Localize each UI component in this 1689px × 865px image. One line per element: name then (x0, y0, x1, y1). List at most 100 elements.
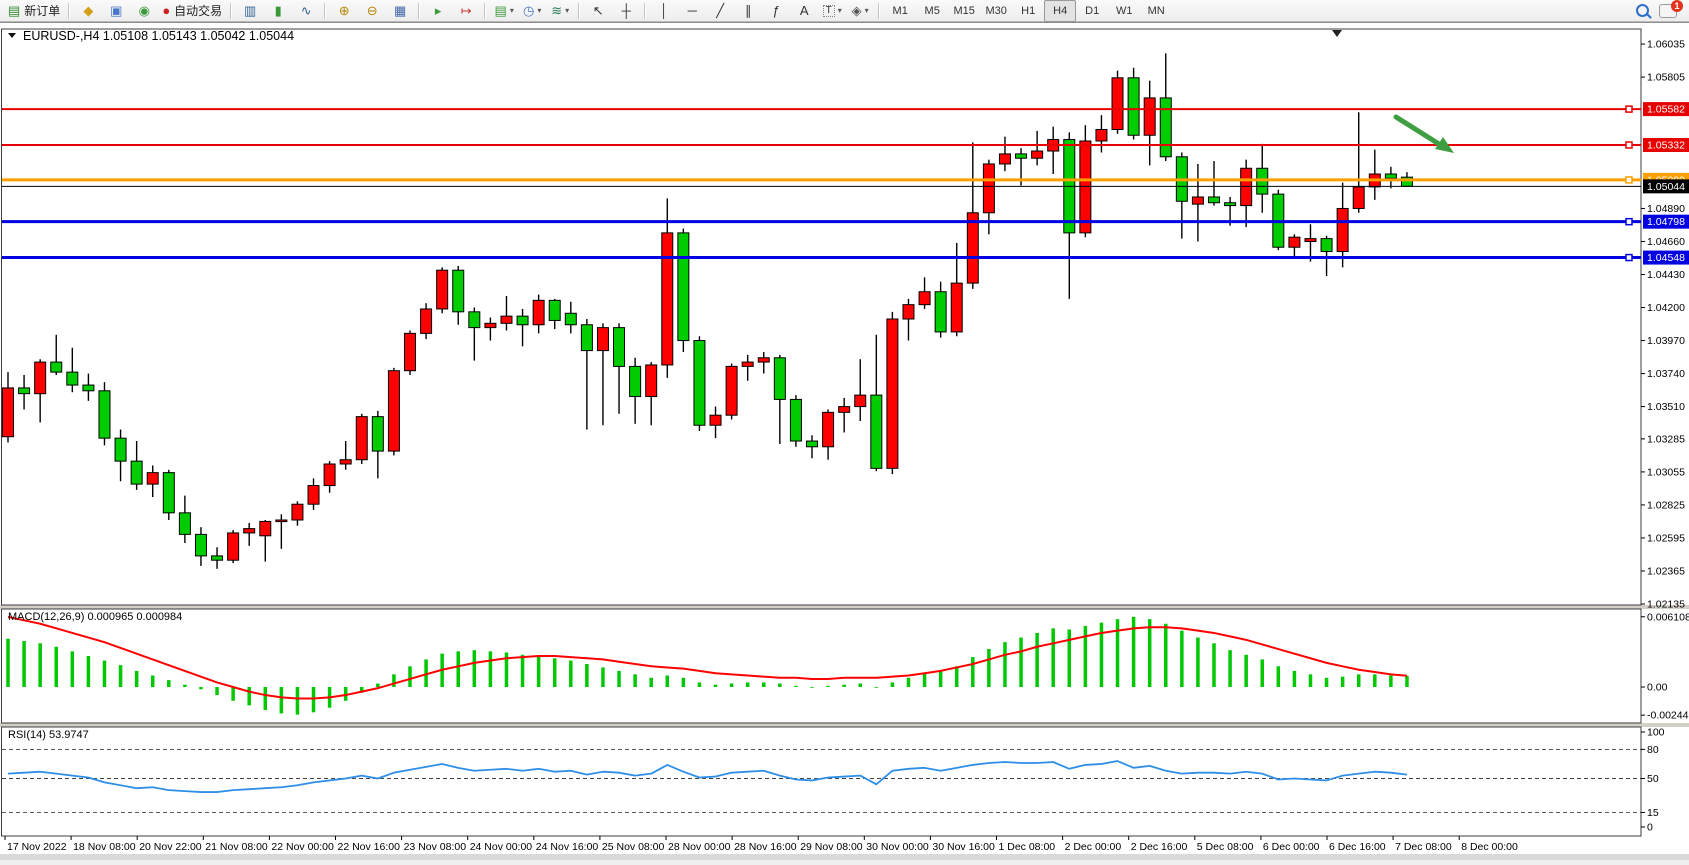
trendline-icon: ╱ (716, 4, 724, 17)
price-axis-label: 1.04430 (1647, 269, 1685, 281)
equidistant-channel-button[interactable]: ∥ (734, 0, 762, 22)
macd-pane-frame (2, 609, 1642, 723)
chevron-down-icon[interactable]: ▾ (838, 6, 842, 15)
candle-bull (742, 362, 753, 366)
timeframe-w1-button[interactable]: W1 (1108, 0, 1140, 22)
vertical-line-button[interactable]: │ (650, 0, 678, 22)
candle-bear (1209, 197, 1220, 203)
macd-histogram-bar (1068, 630, 1072, 688)
zoom-out-button[interactable]: ⊖ (358, 0, 386, 22)
chart-canvas[interactable]: EURUSD-,H4 1.05108 1.05143 1.05042 1.050… (0, 23, 1689, 860)
chart-shift-button[interactable]: ↦ (452, 0, 480, 22)
macd-histogram-bar (54, 647, 58, 687)
time-axis-label: 22 Nov 00:00 (271, 841, 334, 853)
candle-bull (919, 292, 930, 305)
macd-histogram-bar (617, 671, 621, 687)
cursor-button[interactable]: ↖ (584, 0, 612, 22)
data-window-button[interactable]: ▣ (102, 0, 130, 22)
autotrading-button[interactable]: ●自动交易 (158, 0, 226, 22)
auto-scroll-button[interactable]: ▸ (424, 0, 452, 22)
macd-histogram-bar (264, 687, 268, 710)
price-badge-label: 1.05044 (1647, 181, 1685, 193)
new-order-button[interactable]: ▤新订单 (4, 0, 64, 22)
candle-bull (485, 323, 496, 327)
candle-bear (179, 513, 190, 535)
signals-icon: ◉ (139, 4, 150, 17)
timeframe-mn-button[interactable]: MN (1140, 0, 1172, 22)
line-handle[interactable] (1626, 255, 1632, 261)
line-handle[interactable] (1626, 106, 1632, 112)
text-button[interactable]: A (790, 0, 818, 22)
candle-bear (469, 312, 480, 328)
fibonacci-button[interactable]: ƒ (762, 0, 790, 22)
tile-windows-button[interactable]: ▦ (386, 0, 414, 22)
crosshair-button[interactable]: ┼ (612, 0, 640, 22)
chevron-down-icon[interactable]: ▾ (537, 6, 541, 15)
candle-bear (1016, 154, 1027, 158)
horizontal-line-button[interactable]: ─ (678, 0, 706, 22)
candle-bull (999, 154, 1010, 164)
rsi-axis-label: 100 (1647, 727, 1665, 739)
zoom-in-button[interactable]: ⊕ (330, 0, 358, 22)
timeframe-m15-button[interactable]: M15 (948, 0, 980, 22)
macd-histogram-bar (1244, 655, 1248, 687)
search-icon[interactable] (1636, 4, 1649, 17)
bar-chart-button[interactable]: ▥ (236, 0, 264, 22)
macd-axis-label: -0.002448 (1647, 710, 1689, 722)
timeframe-h4-button[interactable]: H4 (1044, 0, 1076, 22)
chevron-down-icon[interactable]: ▾ (865, 6, 869, 15)
vertical-line-icon: │ (660, 4, 668, 17)
candle-bull (260, 521, 271, 535)
timeframe-toolbar: M1M5M15M30H1H4D1W1MN (884, 0, 1172, 22)
text-label-button[interactable]: T▾ (818, 0, 846, 22)
time-axis-label: 29 Nov 08:00 (800, 841, 863, 853)
notifications-icon[interactable]: 1 (1659, 4, 1677, 18)
line-handle[interactable] (1626, 219, 1632, 225)
shapes-button[interactable]: ◈▾ (846, 0, 874, 22)
macd-histogram-bar (810, 687, 814, 688)
trendline-button[interactable]: ╱ (706, 0, 734, 22)
timeframe-m1-button[interactable]: M1 (884, 0, 916, 22)
macd-histogram-bar (103, 661, 107, 687)
timeframe-m5-button[interactable]: M5 (916, 0, 948, 22)
timeframe-m30-button[interactable]: M30 (980, 0, 1012, 22)
macd-histogram-bar (633, 674, 637, 687)
price-axis-label: 1.02135 (1647, 598, 1685, 610)
horizontal-line-icon: ─ (688, 4, 697, 17)
toolbar-separator (878, 3, 880, 19)
pane-splitter[interactable] (0, 723, 1689, 727)
macd-histogram-bar (714, 685, 718, 687)
candle-bull (1080, 141, 1091, 233)
rsi-axis-label: 15 (1647, 807, 1659, 819)
cursor-icon: ↖ (593, 4, 604, 17)
new-chart-icon: ▤ (495, 4, 507, 17)
candlestick-chart-button[interactable]: ▮ (264, 0, 292, 22)
candle-bull (903, 305, 914, 319)
macd-histogram-bar (601, 667, 605, 687)
timeframe-d1-button[interactable]: D1 (1076, 0, 1108, 22)
line-chart-button[interactable]: ∿ (292, 0, 320, 22)
candle-bear (1160, 98, 1171, 157)
time-axis-label: 30 Nov 16:00 (932, 841, 995, 853)
candle-bull (1192, 197, 1203, 204)
chevron-down-icon[interactable]: ▾ (565, 6, 569, 15)
pane-splitter[interactable] (0, 605, 1689, 609)
fibonacci-icon: ƒ (773, 4, 780, 17)
time-axis-label: 2 Dec 00:00 (1065, 841, 1122, 853)
timeframe-h1-button[interactable]: H1 (1012, 0, 1044, 22)
line-handle[interactable] (1626, 142, 1632, 148)
new-chart-button[interactable]: ▤▾ (490, 0, 518, 22)
period-button[interactable]: ◷▾ (518, 0, 546, 22)
chevron-down-icon[interactable]: ▾ (510, 6, 514, 15)
macd-histogram-bar (682, 678, 686, 687)
candle-bull (324, 464, 335, 486)
toolbar-separator (578, 3, 580, 19)
line-handle[interactable] (1626, 177, 1632, 183)
toolbar-group: ▥▮ ∿ (236, 0, 320, 22)
signals-button[interactable]: ◉ (130, 0, 158, 22)
market-watch-button[interactable]: ◆ (74, 0, 102, 22)
line-chart-icon: ∿ (301, 4, 312, 17)
candle-bull (855, 395, 866, 406)
price-axis-label: 1.03740 (1647, 368, 1685, 380)
indicators-button[interactable]: ≋▾ (546, 0, 574, 22)
